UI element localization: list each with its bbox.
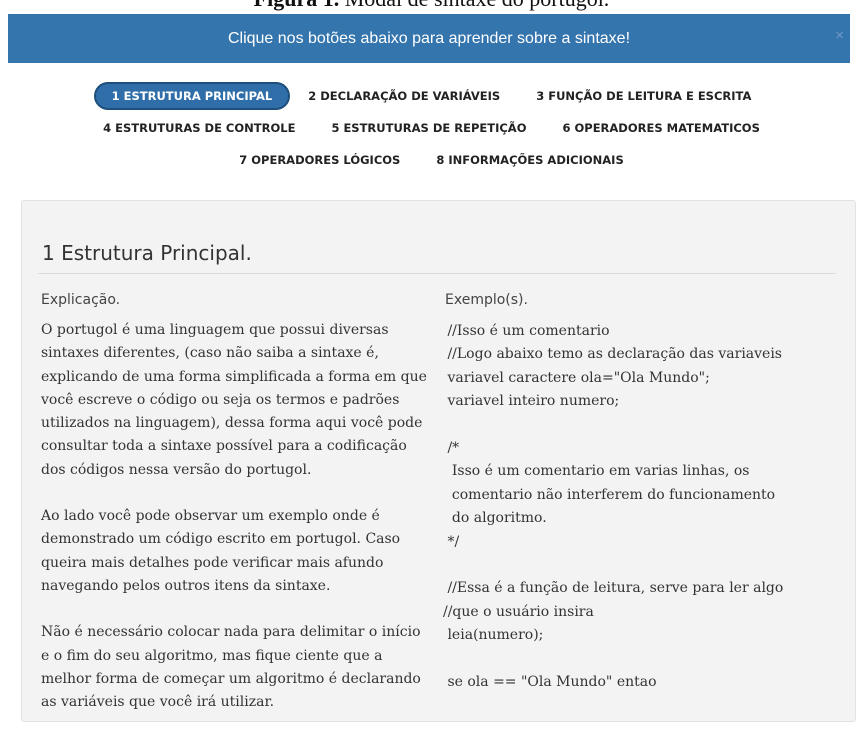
syntax-tab[interactable]: 5 ESTRUTURAS DE REPETIÇÃO xyxy=(313,115,544,141)
syntax-tab[interactable]: 7 OPERADORES LÓGICOS xyxy=(221,147,418,173)
nav-row: 7 OPERADORES LÓGICOS 8 INFORMAÇÕES ADICIO… xyxy=(0,144,863,176)
syntax-tab[interactable]: 6 OPERADORES MATEMATICOS xyxy=(544,115,777,141)
explanation-text: O portugol é uma linguagem que possui di… xyxy=(41,319,431,737)
figure-caption: Figura 1. Modal de sintaxe do portugol. xyxy=(0,0,863,12)
syntax-panel: 1 Estrutura Principal. Explicação. Exemp… xyxy=(21,200,856,722)
explanation-heading: Explicação. xyxy=(41,292,121,308)
panel-title: 1 Estrutura Principal. xyxy=(42,241,252,265)
figure-caption-label: Figura 1. xyxy=(254,0,340,11)
banner-text: Clique nos botões abaixo para aprender s… xyxy=(227,29,631,47)
divider xyxy=(38,273,836,274)
syntax-tab[interactable]: 2 DECLARAÇÃO DE VARIÁVEIS xyxy=(290,83,518,109)
example-heading: Exemplo(s). xyxy=(445,292,528,308)
syntax-nav: 1 ESTRUTURA PRINCIPAL 2 DECLARAÇÃO DE VAR… xyxy=(0,80,863,176)
figure-caption-text: Modal de sintaxe do portugol. xyxy=(345,0,610,11)
close-icon[interactable]: × xyxy=(835,27,844,44)
syntax-tab[interactable]: 8 INFORMAÇÕES ADICIONAIS xyxy=(418,147,641,173)
explanation-paragraph: O portugol é uma linguagem que possui di… xyxy=(41,322,427,478)
explanation-paragraph: Não é necessário colocar nada para delim… xyxy=(41,624,421,711)
nav-row: 1 ESTRUTURA PRINCIPAL 2 DECLARAÇÃO DE VAR… xyxy=(0,80,863,112)
syntax-tab[interactable]: 1 ESTRUTURA PRINCIPAL xyxy=(93,82,291,110)
code-example: //Isso é um comentario //Logo abaixo tem… xyxy=(443,323,784,691)
instruction-banner: Clique nos botões abaixo para aprender s… xyxy=(8,14,850,63)
syntax-tab[interactable]: 4 ESTRUTURAS DE CONTROLE xyxy=(85,115,313,141)
syntax-tab[interactable]: 3 FUNÇÃO DE LEITURA E ESCRITA xyxy=(518,83,769,109)
explanation-paragraph: Ao lado você pode observar um exemplo on… xyxy=(41,508,401,594)
nav-row: 4 ESTRUTURAS DE CONTROLE 5 ESTRUTURAS DE … xyxy=(0,112,863,144)
